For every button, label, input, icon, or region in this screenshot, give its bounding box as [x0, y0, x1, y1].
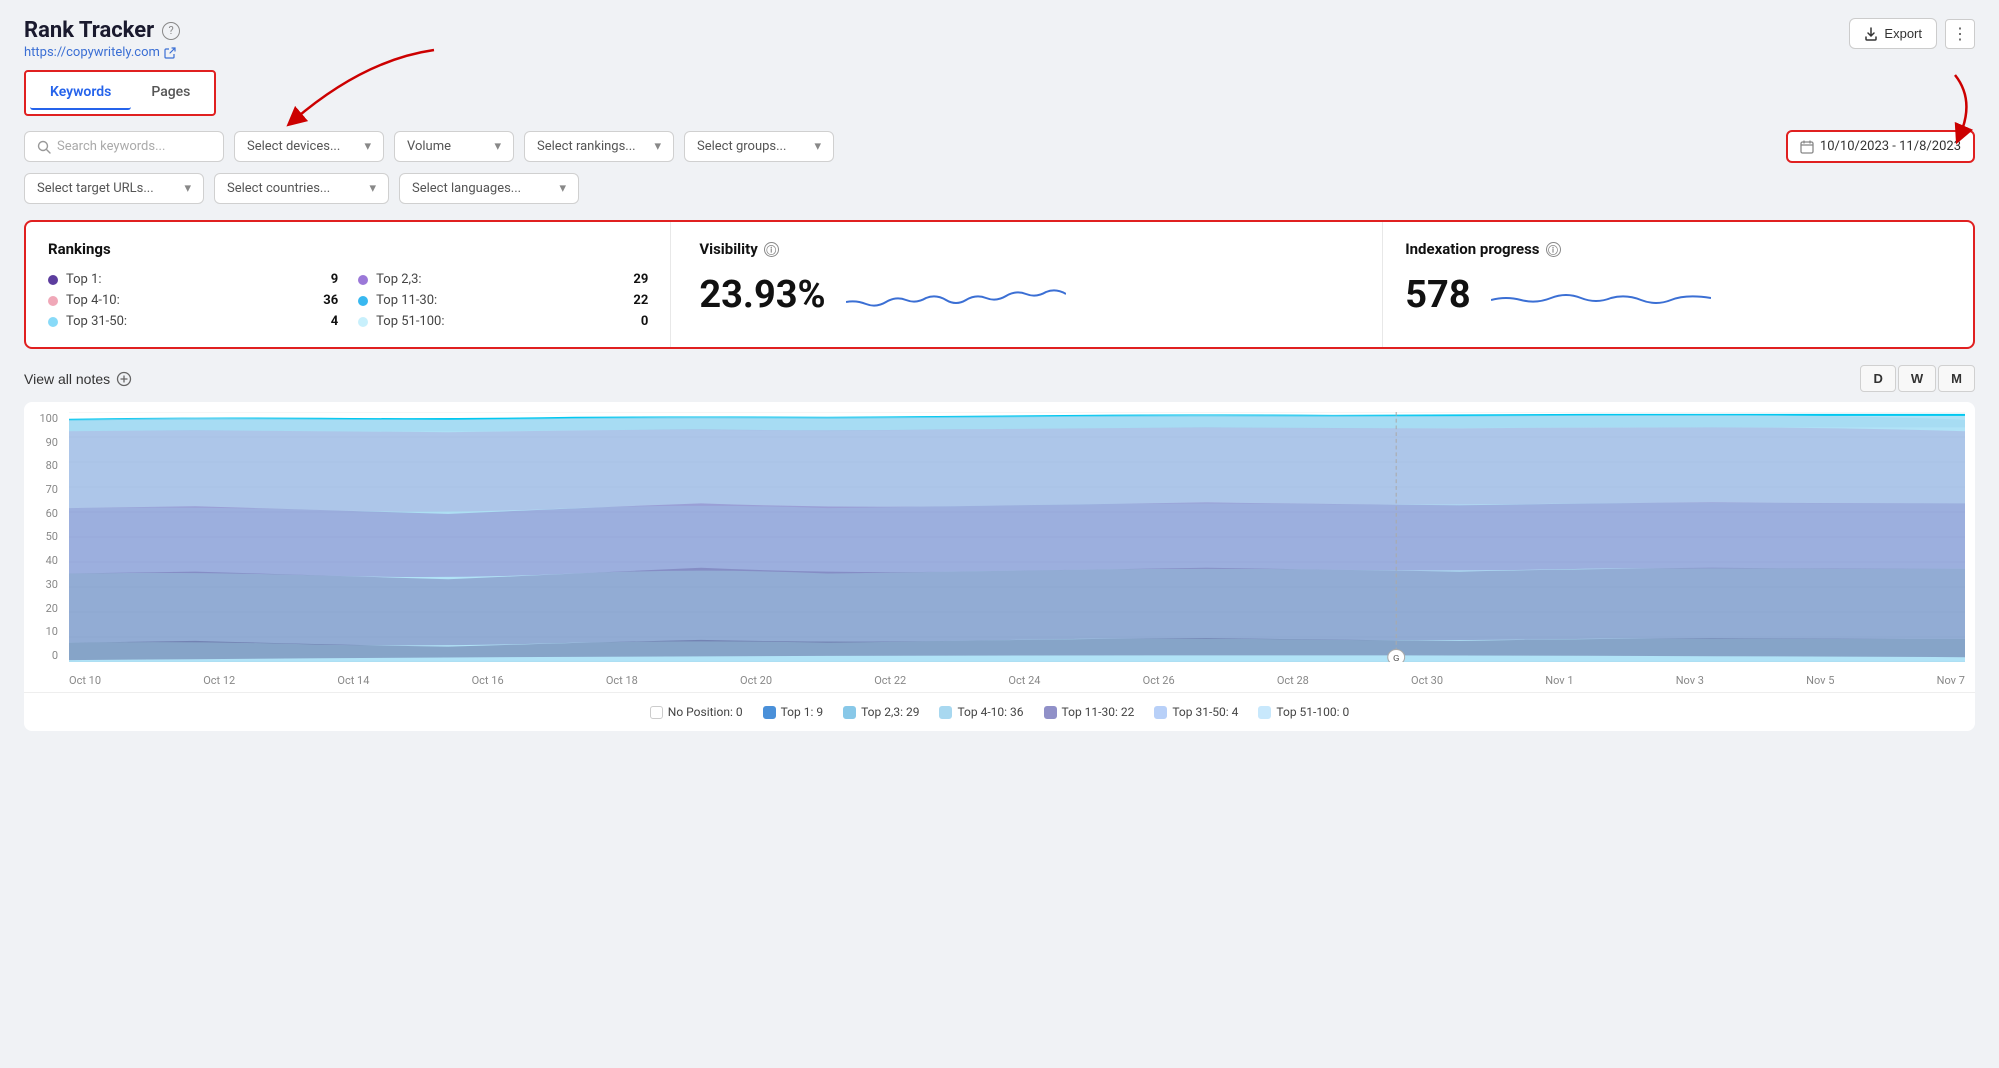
rankings-grid: Top 1: 9 Top 2,3: 29 Top 4-10: 36 Top 11… [48, 272, 648, 329]
chart-inner: 1009080706050403020100 [34, 412, 1965, 692]
filters-row-2: Select target URLs... ▾ Select countries… [24, 173, 1975, 204]
legend-checkbox[interactable] [1044, 706, 1057, 719]
visibility-sparkline [846, 272, 1066, 322]
visibility-info-icon[interactable]: ⓘ [764, 242, 779, 257]
date-range-value: 10/10/2023 - 11/8/2023 [1820, 139, 1961, 154]
chevron-down-icon: ▾ [814, 139, 821, 154]
legend-top1: Top 1: 9 [763, 705, 824, 719]
time-buttons: D W M [1860, 365, 1975, 392]
legend-no-position: No Position: 0 [650, 705, 743, 719]
groups-filter[interactable]: Select groups... ▾ [684, 131, 834, 162]
chevron-down-icon: ▾ [369, 181, 376, 196]
legend-checkbox[interactable] [763, 706, 776, 719]
search-input[interactable]: Search keywords... [24, 131, 224, 162]
visibility-value: 23.93% [699, 273, 825, 317]
svg-text:G: G [1393, 654, 1399, 662]
legend-checkbox[interactable] [1258, 706, 1271, 719]
ranking-dot [48, 275, 58, 285]
date-range-filter[interactable]: 10/10/2023 - 11/8/2023 [1786, 130, 1975, 163]
page-title: Rank Tracker [24, 18, 154, 43]
legend-top1130: Top 11-30: 22 [1044, 705, 1135, 719]
ranking-top51100: Top 51-100: 0 [358, 314, 648, 329]
chart-legend: No Position: 0 Top 1: 9 Top 2,3: 29 Top … [24, 692, 1975, 731]
notes-row: View all notes D W M [24, 365, 1975, 392]
chevron-down-icon: ▾ [559, 181, 566, 196]
chart-svg-area: G [69, 412, 1965, 662]
help-icon[interactable]: ? [162, 22, 180, 40]
chevron-down-icon: ▾ [364, 139, 371, 154]
x-axis-labels: Oct 10 Oct 12 Oct 14 Oct 16 Oct 18 Oct 2… [69, 668, 1965, 692]
rankings-title: Rankings [48, 240, 111, 258]
languages-filter[interactable]: Select languages... ▾ [399, 173, 579, 204]
countries-filter[interactable]: Select countries... ▾ [214, 173, 389, 204]
legend-top51100: Top 51-100: 0 [1258, 705, 1349, 719]
chevron-down-icon: ▾ [494, 139, 501, 154]
time-btn-d[interactable]: D [1860, 365, 1895, 392]
ranking-top1130: Top 11-30: 22 [358, 293, 648, 308]
ranking-dot [358, 275, 368, 285]
chart-container: 1009080706050403020100 [24, 402, 1975, 731]
devices-filter[interactable]: Select devices... ▾ [234, 131, 384, 162]
export-button[interactable]: Export [1849, 18, 1937, 49]
indexation-info-icon[interactable]: ⓘ [1546, 242, 1561, 257]
indexation-card: Indexation progress ⓘ 578 [1383, 222, 1973, 347]
indexation-sparkline [1491, 272, 1711, 322]
visibility-title: Visibility [699, 240, 757, 258]
title-area: Rank Tracker ? https://copywritely.com [24, 18, 180, 60]
site-url[interactable]: https://copywritely.com [24, 45, 180, 60]
ranking-top23: Top 2,3: 29 [358, 272, 648, 287]
y-axis-labels: 1009080706050403020100 [34, 412, 64, 662]
tabs-container: Keywords Pages [24, 70, 216, 116]
ranking-dot [358, 296, 368, 306]
stats-section: Rankings Top 1: 9 Top 2,3: 29 Top 4-10: … [24, 220, 1975, 349]
notes-icon [116, 371, 132, 387]
legend-top410: Top 4-10: 36 [939, 705, 1023, 719]
export-label: Export [1884, 26, 1922, 41]
chevron-down-icon: ▾ [184, 181, 191, 196]
header-actions: Export ⋮ [1849, 18, 1975, 49]
tab-keywords[interactable]: Keywords [30, 76, 131, 110]
legend-top23: Top 2,3: 29 [843, 705, 919, 719]
legend-checkbox[interactable] [1154, 706, 1167, 719]
search-placeholder: Search keywords... [57, 139, 165, 154]
more-button[interactable]: ⋮ [1945, 19, 1975, 49]
urls-filter[interactable]: Select target URLs... ▾ [24, 173, 204, 204]
ranking-top410: Top 4-10: 36 [48, 293, 338, 308]
indexation-title: Indexation progress [1405, 240, 1539, 258]
legend-top3150: Top 31-50: 4 [1154, 705, 1238, 719]
view-all-notes-button[interactable]: View all notes [24, 371, 132, 387]
volume-filter[interactable]: Volume ▾ [394, 131, 514, 162]
time-btn-m[interactable]: M [1938, 365, 1975, 392]
legend-checkbox[interactable] [843, 706, 856, 719]
rankings-card: Rankings Top 1: 9 Top 2,3: 29 Top 4-10: … [26, 222, 671, 347]
visibility-card: Visibility ⓘ 23.93% [671, 222, 1383, 347]
ranking-dot [48, 317, 58, 327]
time-btn-w[interactable]: W [1898, 365, 1936, 392]
filters-row-1: Search keywords... Select devices... ▾ V… [24, 130, 1975, 163]
chevron-down-icon: ▾ [654, 139, 661, 154]
rankings-filter[interactable]: Select rankings... ▾ [524, 131, 674, 162]
view-notes-label: View all notes [24, 371, 110, 387]
page-header: Rank Tracker ? https://copywritely.com E… [24, 18, 1975, 60]
ranking-top1: Top 1: 9 [48, 272, 338, 287]
ranking-top3150: Top 31-50: 4 [48, 314, 338, 329]
indexation-value: 578 [1405, 273, 1470, 317]
ranking-dot [358, 317, 368, 327]
ranking-dot [48, 296, 58, 306]
legend-checkbox[interactable] [650, 706, 663, 719]
legend-checkbox[interactable] [939, 706, 952, 719]
tab-pages[interactable]: Pages [131, 76, 210, 110]
